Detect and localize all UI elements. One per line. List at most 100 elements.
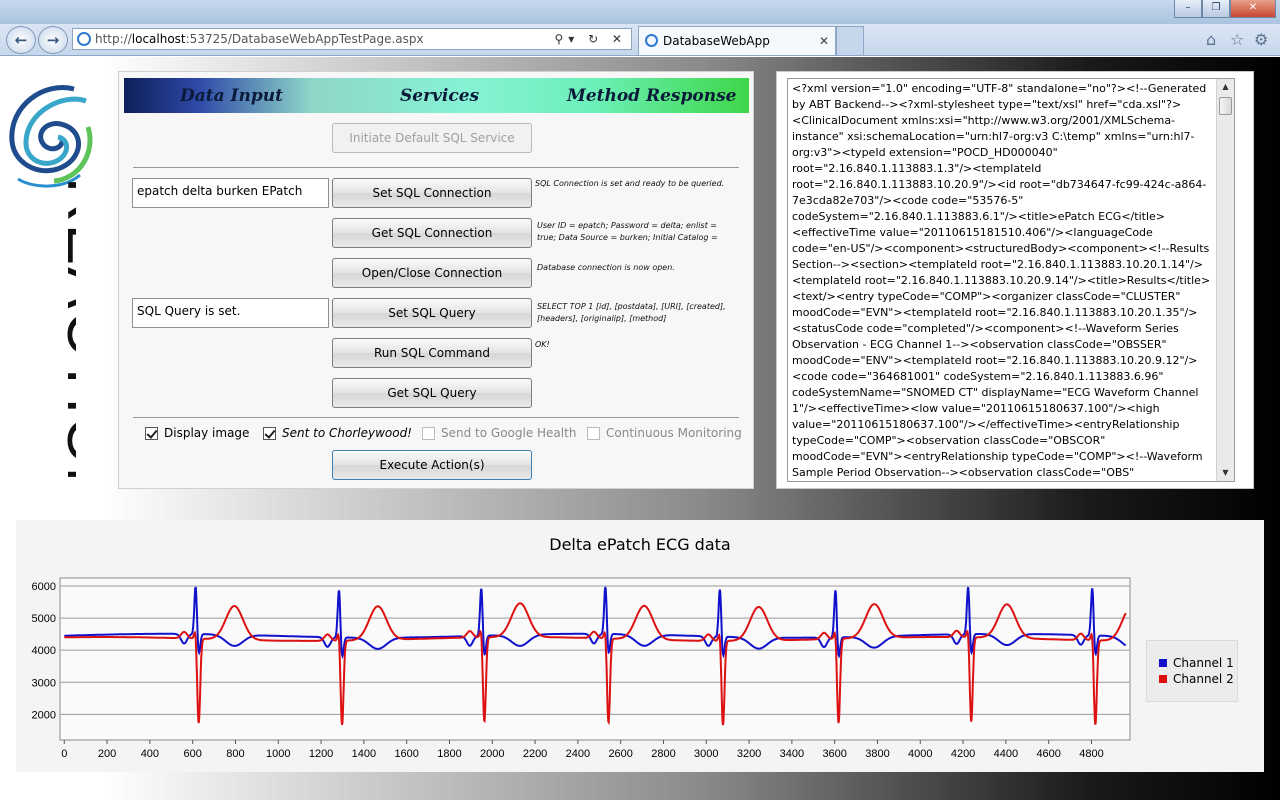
minimize-icon[interactable]: – — [1174, 0, 1202, 18]
x-tick-label: 1000 — [266, 748, 290, 760]
xml-scrollbar[interactable]: ▲ ▼ — [1216, 79, 1234, 481]
x-tick-label: 4800 — [1079, 748, 1103, 760]
ecg-plot: 2000 3000 4000 5000 6000 0 200 400 600 800 1000 120… — [32, 577, 1131, 760]
ie-page-icon — [77, 32, 91, 46]
x-tick-label: 2800 — [651, 748, 675, 760]
display-image-check[interactable] — [145, 426, 158, 440]
x-tick-label: 3000 — [694, 748, 718, 760]
sent-to-chorleywood-label: Sent to Chorleywood! — [282, 426, 412, 440]
browser-navbar: ← → http://localhost:53725/DatabaseWebAp… — [0, 24, 1280, 56]
x-tick-label: 3800 — [865, 748, 889, 760]
legend-swatch-channel-2 — [1159, 675, 1167, 683]
y-tick-label: 6000 — [32, 581, 56, 593]
get-connection-response: User ID = epatch; Password = delta; enli… — [537, 221, 718, 242]
banner-data-input: Data Input — [180, 86, 283, 106]
continuous-monitoring-check[interactable] — [587, 426, 600, 440]
favorites-star-icon[interactable]: ☆ — [1230, 30, 1244, 49]
send-to-google-health-checkbox[interactable]: Send to Google Health — [422, 426, 576, 440]
banner-method-response: Method Response — [567, 86, 737, 106]
x-tick-label: 4200 — [951, 748, 975, 760]
address-path: :53725/DatabaseWebAppTestPage.aspx — [185, 32, 424, 46]
divider-top — [133, 167, 739, 168]
sent-to-chorleywood-checkbox[interactable]: Sent to Chorleywood! — [263, 426, 412, 440]
x-tick-label: 800 — [226, 748, 244, 760]
x-tick-label: 600 — [184, 748, 202, 760]
control-panel: Data Input Services Method Response Init… — [118, 71, 754, 489]
run-sql-command-button[interactable]: Run SQL Command — [332, 338, 532, 368]
address-bar[interactable]: http://localhost:53725/DatabaseWebAppTes… — [72, 28, 632, 50]
set-query-response: SELECT TOP 1 [id], [postdata], [URI], [c… — [537, 302, 726, 323]
x-tick-label: 2400 — [566, 748, 590, 760]
legend-swatch-channel-1 — [1159, 659, 1167, 667]
x-tick-label: 2600 — [608, 748, 632, 760]
window-controls: – ❐ ✕ — [1174, 0, 1276, 18]
x-tick-label: 0 — [61, 748, 67, 760]
sent-to-chorleywood-check[interactable] — [263, 426, 276, 440]
y-tick-label: 3000 — [32, 677, 56, 689]
get-sql-connection-button[interactable]: Get SQL Connection — [332, 218, 532, 248]
legend-label-channel-1: Channel 1 — [1173, 656, 1234, 670]
scroll-down-icon[interactable]: ▼ — [1217, 465, 1234, 481]
home-icon[interactable]: ⌂ — [1206, 30, 1216, 49]
send-to-google-health-check[interactable] — [422, 426, 435, 440]
legend-item-channel-1: Channel 1 — [1159, 655, 1237, 671]
open-close-connection-button[interactable]: Open/Close Connection — [332, 258, 532, 288]
xml-output-textarea[interactable]: <?xml version="1.0" encoding="UTF-8" sta… — [787, 78, 1235, 482]
address-tools[interactable]: ⚲▾ ↻ ✕ — [554, 29, 627, 49]
x-tick-label: 3200 — [737, 748, 761, 760]
tab-ie-icon — [645, 34, 658, 47]
tab-title: DatabaseWebApp — [663, 34, 770, 48]
scroll-thumb[interactable] — [1219, 97, 1232, 115]
new-tab-button[interactable] — [836, 26, 864, 55]
legend-label-channel-2: Channel 2 — [1173, 672, 1234, 686]
open-close-response: Database connection is now open. — [537, 263, 675, 272]
y-tick-label: 5000 — [32, 613, 56, 625]
x-tick-label: 400 — [141, 748, 159, 760]
address-host: localhost — [131, 32, 186, 46]
x-tick-label: 2200 — [523, 748, 547, 760]
set-sql-connection-button[interactable]: Set SQL Connection — [332, 178, 532, 208]
x-tick-label: 200 — [98, 748, 116, 760]
divider-bottom — [133, 417, 739, 418]
display-image-label: Display image — [164, 426, 250, 440]
xml-output-panel: <?xml version="1.0" encoding="UTF-8" sta… — [776, 71, 1254, 489]
x-tick-label: 3600 — [822, 748, 846, 760]
set-sql-query-button[interactable]: Set SQL Query — [332, 298, 532, 328]
display-image-checkbox[interactable]: Display image — [145, 426, 249, 440]
initiate-default-sql-button[interactable]: Initiate Default SQL Service — [332, 123, 532, 153]
logo-text: REACTION — [54, 177, 76, 482]
query-input[interactable]: SQL Query is set. — [132, 298, 329, 328]
set-connection-response: SQL Connection is set and ready to be qu… — [535, 179, 725, 188]
send-to-google-health-label: Send to Google Health — [441, 426, 577, 440]
scroll-up-icon[interactable]: ▲ — [1217, 79, 1234, 95]
tools-gear-icon[interactable]: ⚙ — [1254, 30, 1268, 49]
forward-arrow-icon[interactable]: → — [38, 26, 68, 54]
x-tick-label: 1200 — [309, 748, 333, 760]
continuous-monitoring-label: Continuous Monitoring — [606, 426, 742, 440]
x-tick-label: 1800 — [437, 748, 461, 760]
xml-output-text: <?xml version="1.0" encoding="UTF-8" sta… — [792, 82, 1211, 479]
close-window-icon[interactable]: ✕ — [1230, 0, 1276, 18]
browser-tab[interactable]: DatabaseWebApp ✕ — [638, 26, 836, 55]
x-tick-label: 4600 — [1036, 748, 1060, 760]
banner-services: Services — [400, 86, 480, 106]
address-prefix: http:// — [95, 32, 132, 46]
x-tick-label: 3400 — [780, 748, 804, 760]
ecg-chart: Delta ePatch ECG data 2000 3000 4000 5000 60… — [16, 520, 1264, 772]
connection-input[interactable]: epatch delta burken EPatch — [132, 178, 329, 208]
legend-item-channel-2: Channel 2 — [1159, 671, 1237, 687]
y-tick-label: 4000 — [32, 645, 56, 657]
back-arrow-icon[interactable]: ← — [6, 26, 36, 54]
tab-close-icon[interactable]: ✕ — [819, 27, 829, 55]
get-sql-query-button[interactable]: Get SQL Query — [332, 378, 532, 408]
x-tick-label: 2000 — [480, 748, 504, 760]
x-tick-label: 1600 — [394, 748, 418, 760]
run-command-response: OK! — [535, 340, 550, 349]
maximize-icon[interactable]: ❐ — [1202, 0, 1230, 18]
y-tick-label: 2000 — [32, 709, 56, 721]
reaction-wordmark: REACTION — [54, 177, 76, 482]
execute-actions-button[interactable]: Execute Action(s) — [332, 450, 532, 480]
section-banner: Data Input Services Method Response — [124, 78, 749, 113]
continuous-monitoring-checkbox[interactable]: Continuous Monitoring — [587, 426, 742, 440]
window-titlebar: – ❐ ✕ — [0, 0, 1280, 24]
